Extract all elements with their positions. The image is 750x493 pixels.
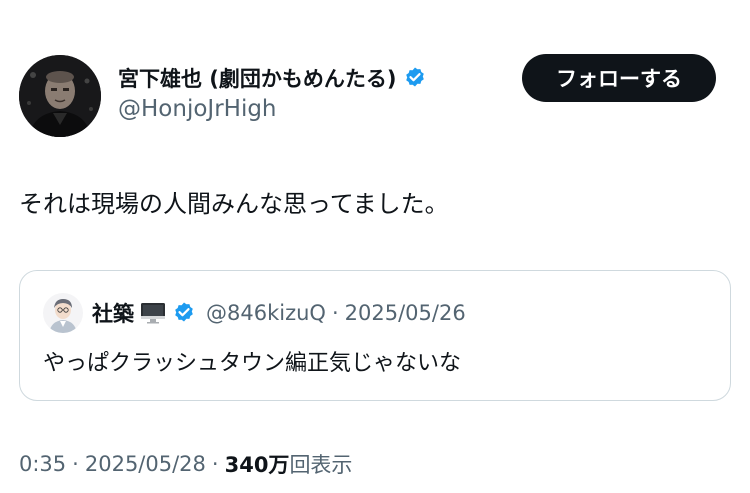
tweet-header: 宮下雄也 (劇団かもめんたる) @HonjoJrHigh フォローする (0, 0, 750, 150)
author-name-row: 宮下雄也 (劇団かもめんたる) (118, 60, 427, 96)
tweet-text: それは現場の人間みんな思ってました。 (19, 190, 449, 218)
author-display-name[interactable]: 宮下雄也 (劇団かもめんたる) (118, 63, 397, 93)
tweet-date[interactable]: 2025/05/28 (85, 452, 206, 476)
tweet-meta: 0:35 · 2025/05/28 · 340万回表示 (19, 448, 352, 480)
meta-separator: · (211, 452, 219, 476)
tweet-time[interactable]: 0:35 (19, 452, 66, 476)
author-handle[interactable]: @HonjoJrHigh (118, 96, 277, 122)
desktop-computer-icon (140, 302, 166, 324)
quoted-tweet-card[interactable]: 社築 @846kizuQ · 2025/05/26 やっぱクラッシュタウン編正気… (19, 270, 731, 401)
quoted-author-avatar[interactable] (43, 293, 83, 333)
quoted-tweet-text: やっぱクラッシュタウン編正気じゃないな (43, 351, 462, 376)
quoted-tweet-date[interactable]: 2025/05/26 (345, 301, 466, 325)
views-count: 340万 (224, 453, 290, 477)
quoted-author-handle[interactable]: @846kizuQ (206, 301, 326, 325)
quoted-avatar-image (43, 293, 83, 333)
avatar-image (19, 55, 101, 137)
author-avatar[interactable] (19, 55, 101, 137)
quoted-verified-badge-icon[interactable] (172, 301, 196, 325)
quoted-author-name[interactable]: 社築 (92, 298, 134, 328)
verified-badge-icon[interactable] (403, 66, 427, 90)
quoted-tweet-header: 社築 @846kizuQ · 2025/05/26 (92, 296, 466, 330)
follow-button[interactable]: フォローする (522, 54, 716, 102)
quoted-separator: · (331, 301, 339, 325)
views-label: 回表示 (289, 453, 353, 477)
meta-separator: · (72, 452, 79, 476)
